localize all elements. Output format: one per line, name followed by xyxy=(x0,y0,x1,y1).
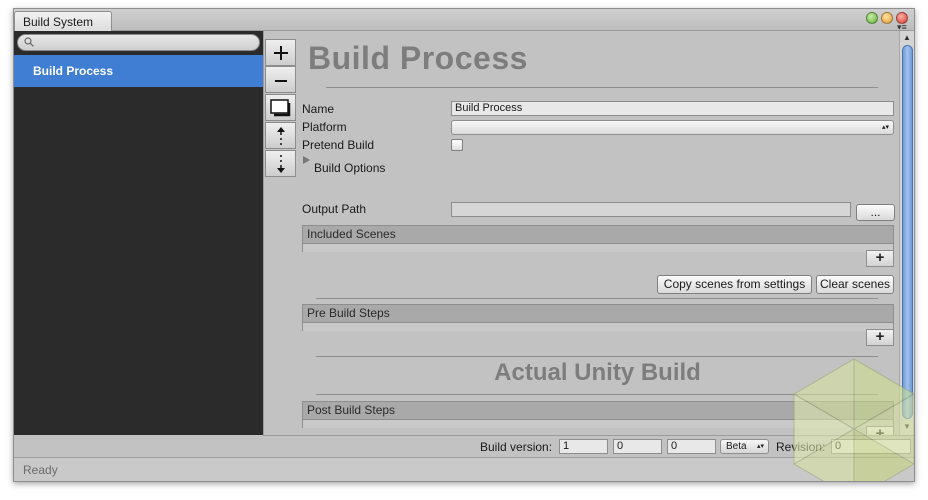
move-down-button[interactable] xyxy=(265,150,296,177)
add-button[interactable] xyxy=(265,39,296,66)
title-bar: Build System ▾≡ xyxy=(14,9,914,32)
scroll-up-icon[interactable]: ▲ xyxy=(903,33,911,42)
add-scene-button[interactable]: + xyxy=(866,250,894,267)
foldout-arrow-icon[interactable] xyxy=(303,156,310,164)
build-version-label: Build version: xyxy=(480,440,553,454)
dropdown-arrows-icon: ▴▾ xyxy=(756,443,764,450)
name-label: Name xyxy=(302,102,335,116)
version-patch-field[interactable]: 0 xyxy=(667,439,716,454)
minimize-button[interactable] xyxy=(881,12,893,24)
status-text: Ready xyxy=(23,463,58,477)
pretend-build-label: Pretend Build xyxy=(302,138,375,152)
build-system-window: Build System ▾≡ Build Process Build Proc… xyxy=(13,8,915,482)
page-title: Build Process xyxy=(308,40,528,76)
version-major-field[interactable]: 1 xyxy=(559,439,608,454)
window-menu-icon[interactable]: ▾≡ xyxy=(897,23,907,32)
remove-button[interactable] xyxy=(265,66,296,93)
version-minor-field[interactable]: 0 xyxy=(613,439,662,454)
pre-build-steps-list: Pre Build Steps xyxy=(302,304,894,331)
duplicate-button[interactable] xyxy=(265,94,296,121)
minus-icon xyxy=(274,79,287,82)
included-scenes-body xyxy=(303,244,893,252)
included-scenes-list: Included Scenes xyxy=(302,225,894,252)
release-channel-select[interactable]: Beta ▴▾ xyxy=(720,439,769,454)
pretend-build-checkbox[interactable] xyxy=(451,139,463,151)
platform-select[interactable]: ▴▾ xyxy=(451,120,894,135)
platform-label: Platform xyxy=(302,120,347,134)
name-field[interactable]: Build Process xyxy=(451,101,894,116)
arrow-down-icon xyxy=(276,154,285,173)
sidebar-item-build-process[interactable]: Build Process xyxy=(14,55,263,87)
divider xyxy=(316,298,878,299)
unity-logo-watermark-icon xyxy=(793,358,914,481)
maximize-button[interactable] xyxy=(866,12,878,24)
add-pre-build-step-button[interactable]: + xyxy=(866,329,894,346)
included-scenes-header: Included Scenes xyxy=(303,226,893,244)
move-up-button[interactable] xyxy=(265,122,296,149)
pre-build-steps-header: Pre Build Steps xyxy=(303,305,893,323)
copy-scenes-button[interactable]: Copy scenes from settings xyxy=(657,275,812,294)
dropdown-arrows-icon: ▴▾ xyxy=(881,124,889,131)
search-input[interactable] xyxy=(17,34,260,51)
build-options-foldout[interactable]: Build Options xyxy=(314,161,385,175)
output-path-label: Output Path xyxy=(302,202,367,216)
sidebar: Build Process xyxy=(14,31,263,435)
clear-scenes-button[interactable]: Clear scenes xyxy=(816,275,894,294)
browse-button[interactable]: ... xyxy=(856,204,895,221)
arrow-up-icon xyxy=(276,126,285,145)
divider xyxy=(326,87,878,88)
pre-build-steps-body xyxy=(303,323,893,331)
output-path-field[interactable] xyxy=(451,202,851,217)
window-tab[interactable]: Build System xyxy=(14,11,112,32)
plus-icon xyxy=(273,45,288,60)
sidebar-toolbar xyxy=(263,31,296,435)
duplicate-icon xyxy=(269,98,290,116)
search-icon xyxy=(24,37,34,47)
release-channel-value: Beta xyxy=(726,441,747,452)
